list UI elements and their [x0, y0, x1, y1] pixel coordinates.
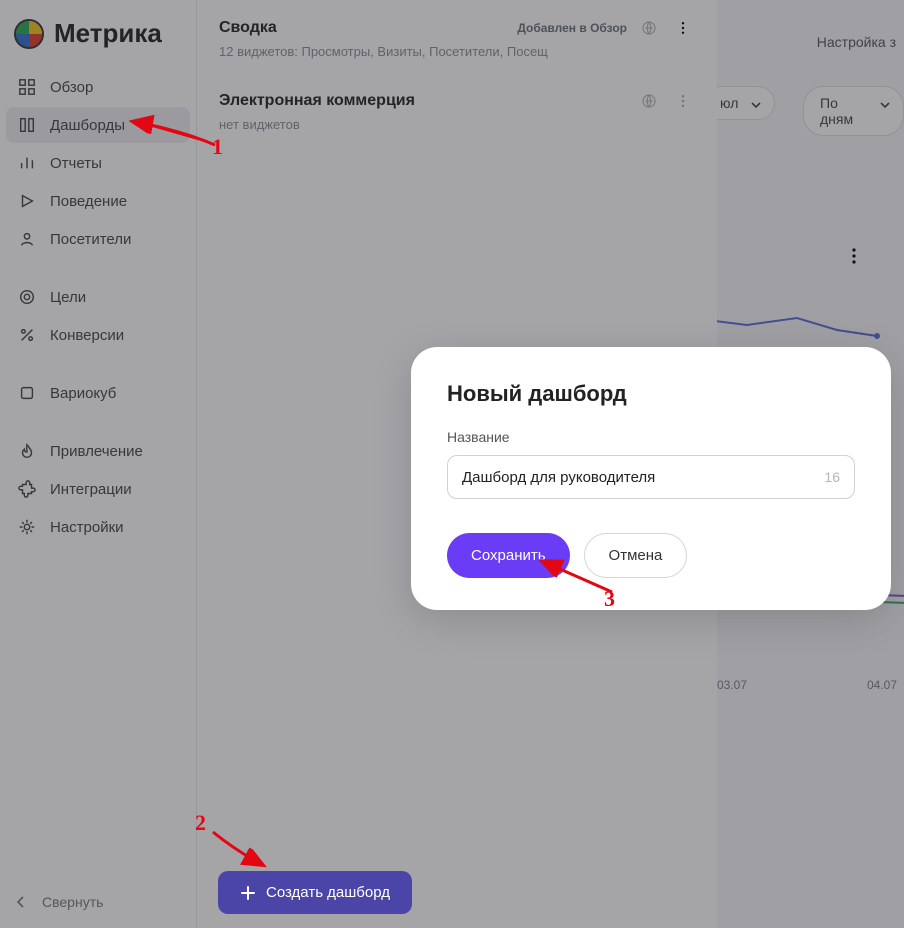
new-dashboard-modal: Новый дашборд Название 16 Сохранить Отме…	[411, 347, 891, 610]
plus-icon	[240, 885, 256, 901]
name-input[interactable]	[462, 469, 824, 486]
name-input-wrapper[interactable]: 16	[447, 455, 855, 499]
modal-title: Новый дашборд	[447, 381, 855, 407]
char-count: 16	[824, 469, 840, 485]
save-button[interactable]: Сохранить	[447, 533, 570, 578]
name-field-label: Название	[447, 429, 855, 445]
create-dashboard-button[interactable]: Создать дашборд	[218, 871, 412, 914]
create-dashboard-label: Создать дашборд	[266, 884, 390, 901]
cancel-button[interactable]: Отмена	[584, 533, 688, 578]
